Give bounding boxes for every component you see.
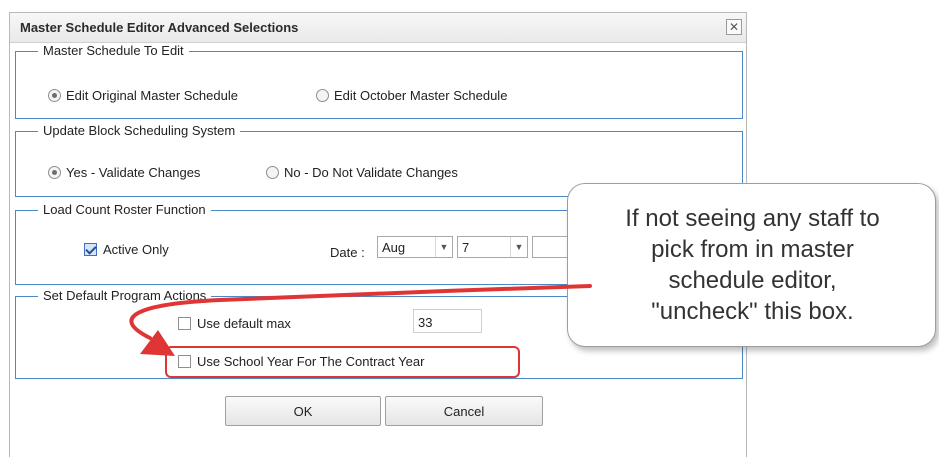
annotation-arrow-icon (129, 284, 592, 356)
